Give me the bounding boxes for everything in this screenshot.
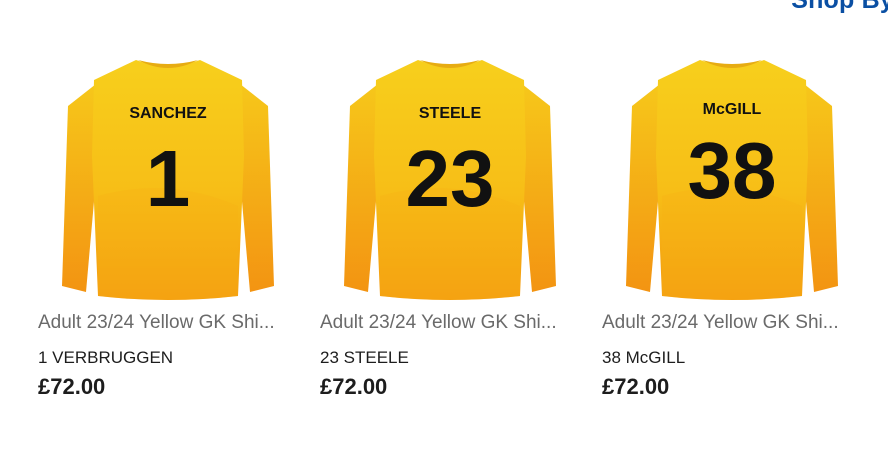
product-personalisation: 1 VERBRUGGEN (38, 348, 174, 367)
product-personalisation: 38 McGILL (602, 348, 686, 367)
product-card[interactable]: STEELE 23 Adult 23/24 Yellow GK Shi... 2… (320, 40, 580, 420)
shirt-name-text: STEELE (419, 105, 482, 122)
shirt-number-text: 23 (406, 134, 495, 223)
product-image[interactable]: SANCHEZ 1 (58, 46, 278, 302)
product-price: £72.00 (602, 374, 670, 399)
product-price: £72.00 (320, 374, 388, 399)
product-title[interactable]: Adult 23/24 Yellow GK Shi... (38, 312, 300, 334)
shirt-name-text: SANCHEZ (129, 105, 207, 122)
shirt-number-text: 38 (688, 126, 777, 215)
product-personalisation: 23 STEELE (320, 348, 409, 367)
product-card[interactable]: McGILL 38 Adult 23/24 Yellow GK Shi... 3… (602, 40, 862, 420)
goalkeeper-shirt-image: SANCHEZ 1 (62, 60, 274, 300)
goalkeeper-shirt-image: STEELE 23 (344, 60, 556, 300)
shirt-number-text: 1 (146, 134, 191, 223)
product-grid-page: Shop By SANCHEZ 1 Adult 23/24 Yellow GK … (0, 0, 888, 453)
shirt-name-text: McGILL (703, 101, 762, 118)
product-price: £72.00 (38, 374, 106, 399)
product-image[interactable]: McGILL 38 (622, 46, 842, 302)
product-card[interactable]: SANCHEZ 1 Adult 23/24 Yellow GK Shi... 1… (38, 40, 298, 420)
product-title[interactable]: Adult 23/24 Yellow GK Shi... (320, 312, 582, 334)
goalkeeper-shirt-image: McGILL 38 (626, 60, 838, 300)
product-image[interactable]: STEELE 23 (340, 46, 560, 302)
shop-by-link[interactable]: Shop By (791, 0, 888, 15)
product-title[interactable]: Adult 23/24 Yellow GK Shi... (602, 312, 864, 334)
